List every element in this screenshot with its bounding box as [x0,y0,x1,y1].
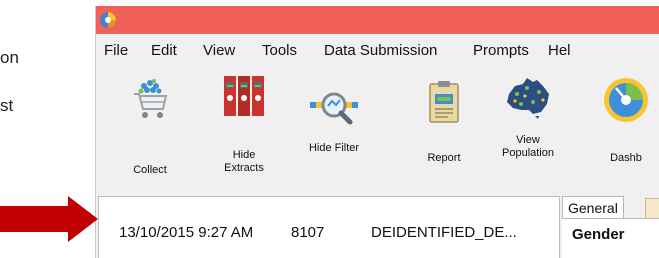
red-arrow-annotation [0,196,98,242]
record-list: 13/10/2015 9:27 AM 8107 DEIDENTIFIED_DE.… [98,196,560,258]
menu-tools[interactable]: Tools [262,42,297,59]
doc-text-line1: on [0,48,19,67]
gender-label: Gender [572,226,625,243]
menu-file[interactable]: File [104,42,128,59]
hide-extracts-label: Hide Extracts [224,149,264,174]
dashboard-gauge-icon [604,78,648,122]
title-bar [96,6,659,34]
detail-panel: General Gender [562,194,659,258]
doc-text-line2: st [0,96,14,115]
hide-filter-button[interactable]: Hide Filter [294,74,374,194]
record-id: 8107 [291,224,325,241]
record-datetime: 13/10/2015 9:27 AM [119,224,254,241]
report-button[interactable]: Report [404,74,484,194]
collect-button[interactable]: Collect [110,74,190,194]
hide-extracts-button[interactable]: Hide Extracts [204,74,284,194]
hide-filter-label: Hide Filter [308,142,360,154]
app-window: File Edit View Tools Data Submission Pro… [95,6,659,258]
record-name: DEIDENTIFIED_DE... [371,224,517,241]
view-population-label: View Population [502,134,554,159]
australia-map-icon [507,78,549,119]
tab-general[interactable]: General [562,196,624,219]
report-label: Report [427,152,461,164]
collect-label: Collect [133,164,167,176]
menu-edit[interactable]: Edit [151,42,177,59]
tab-secondary[interactable] [645,198,659,220]
clipboard-report-icon [429,81,459,123]
dashboard-button[interactable]: Dashb [586,74,659,194]
dashboard-label: Dashb [610,152,642,164]
magnifier-filter-icon [310,92,358,125]
menu-prompts[interactable]: Prompts [473,42,529,59]
binders-icon [224,76,264,116]
view-population-button[interactable]: View Population [488,74,568,194]
detail-content: Gender [562,218,659,258]
record-row[interactable]: 13/10/2015 9:27 AM 8107 DEIDENTIFIED_DE.… [99,197,559,258]
toolbar: Collect Hide Extracts Hide Filter Report… [96,66,659,194]
app-logo-icon [100,12,116,28]
shopping-cart-icon [134,79,168,118]
menu-bar: File Edit View Tools Data Submission Pro… [96,34,659,66]
menu-view[interactable]: View [203,42,235,59]
menu-help[interactable]: Hel [548,42,571,59]
menu-data-submission[interactable]: Data Submission [324,42,437,59]
